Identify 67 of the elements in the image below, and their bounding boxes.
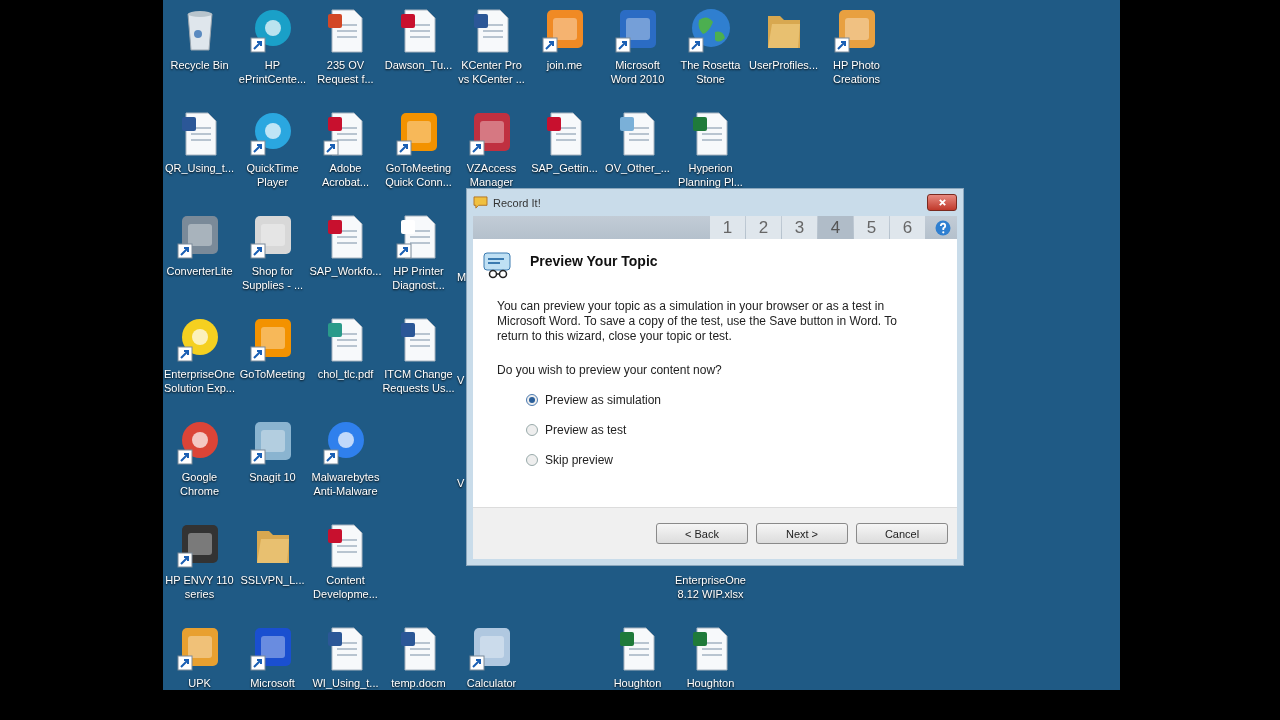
desktop-icon-label: Malwarebytes Anti-Malware: [310, 470, 381, 498]
desktop-icon-label: Dawson_Tu...: [383, 58, 454, 72]
desktop-icon-label: ConverterLite: [165, 264, 234, 278]
radio-label[interactable]: Preview as test: [545, 423, 627, 437]
step-tab[interactable]: 1: [710, 216, 745, 239]
desktop-icon-label: Snagit 10: [248, 470, 297, 484]
desktop-icon-label: Hyperion Planning Pl...: [677, 161, 744, 189]
desktop-icon-label: 235 OV Request f...: [316, 58, 375, 86]
desktop-icon-label: chol_tlc.pdf: [316, 367, 375, 381]
radio-button[interactable]: [526, 394, 538, 406]
desktop-icon-label: Houghton: [685, 676, 736, 690]
step-tab[interactable]: 3: [782, 216, 817, 239]
desktop-icon-label: EnterpriseOne Solution Exp...: [163, 367, 236, 395]
desktop-icon-label: QuickTime Player: [245, 161, 300, 189]
desktop-icon-label: HP Printer Diagnost...: [391, 264, 446, 292]
preview-glasses-icon: [483, 251, 513, 279]
desktop-icon-label: Google Chrome: [178, 470, 221, 498]
desktop-icon-label: HP ePrintCente...: [237, 58, 308, 86]
desktop-icon-label: HP ENVY 110 series: [164, 573, 235, 601]
desktop-icon-label: SAP_Gettin...: [530, 161, 599, 175]
desktop-icon-label: EnterpriseOne 8.12 WIP.xlsx: [674, 573, 747, 601]
question-text: Do you wish to preview your content now?: [497, 363, 723, 377]
help-icon[interactable]: [935, 219, 951, 236]
dialog-button[interactable]: Next >: [756, 523, 848, 544]
desktop-icon-label: SAP_Workfo...: [309, 264, 382, 278]
radio-label[interactable]: Skip preview: [545, 453, 614, 467]
desktop-icon-label: join.me: [545, 58, 584, 72]
dialog-button[interactable]: < Back: [656, 523, 748, 544]
radio-button[interactable]: [526, 454, 538, 466]
close-button[interactable]: [927, 194, 957, 211]
step-tab[interactable]: 5: [854, 216, 889, 239]
desktop-icon-label: Microsoft Word 2010: [609, 58, 666, 86]
desktop-icon-label: QR_Using_t...: [163, 161, 236, 175]
desktop-icon-label: UserProfiles...: [747, 58, 820, 72]
close-icon: [937, 198, 947, 207]
radio-label[interactable]: Preview as simulation: [545, 393, 662, 407]
desktop-icon-label: GoToMeeting: [238, 367, 307, 381]
desktop-icon-label: V: [456, 373, 465, 387]
step-tab[interactable]: 4: [818, 216, 853, 239]
desktop-icon-label: Content Developme...: [312, 573, 379, 601]
desktop-icon-label: Houghton: [612, 676, 663, 690]
page-heading: Preview Your Topic: [530, 253, 658, 269]
desktop-icon-label: Microsoft: [249, 676, 296, 690]
step-tab[interactable]: 2: [746, 216, 781, 239]
step-tab[interactable]: 6: [890, 216, 925, 239]
desktop-icon-label: M: [456, 270, 467, 284]
desktop-icon-label: Adobe Acrobat...: [320, 161, 371, 189]
desktop-icon-label: UPK: [187, 676, 212, 690]
desktop-icon-label: WI_Using_t...: [311, 676, 380, 690]
desktop-icon-label: SSLVPN_L...: [239, 573, 306, 587]
desktop-icon-label: Calculator: [465, 676, 518, 690]
desktop-icon-label: temp.docm: [390, 676, 447, 690]
desktop-icon-label: V: [456, 476, 465, 490]
dialog-button[interactable]: Cancel: [856, 523, 948, 544]
desktop-icon-label: OV_Other_...: [604, 161, 671, 175]
desktop-icon-label: The Rosetta Stone: [679, 58, 742, 86]
desktop-icon-label: GoToMeeting Quick Conn...: [384, 161, 453, 189]
desktop-icon-label: KCenter Pro vs KCenter ...: [457, 58, 526, 86]
desktop-icon-label: Shop for Supplies - ...: [240, 264, 305, 292]
desktop-icon-label: ITCM Change Requests Us...: [382, 367, 455, 395]
chat-bubble-icon: [473, 196, 488, 209]
window-title: Record It!: [493, 196, 542, 209]
desktop-icon-label: Recycle Bin: [169, 58, 230, 72]
desktop-icon-label: HP Photo Creations: [831, 58, 882, 86]
description-text: You can preview your topic as a simulation in your browser or as a test in Microsoft Word. To save a copy of the test, use the Save button in Word. To return to this wizard, close your topic or test.: [497, 299, 898, 344]
radio-button[interactable]: [526, 424, 538, 436]
desktop-icon-label: VZAccess Manager: [465, 161, 518, 189]
